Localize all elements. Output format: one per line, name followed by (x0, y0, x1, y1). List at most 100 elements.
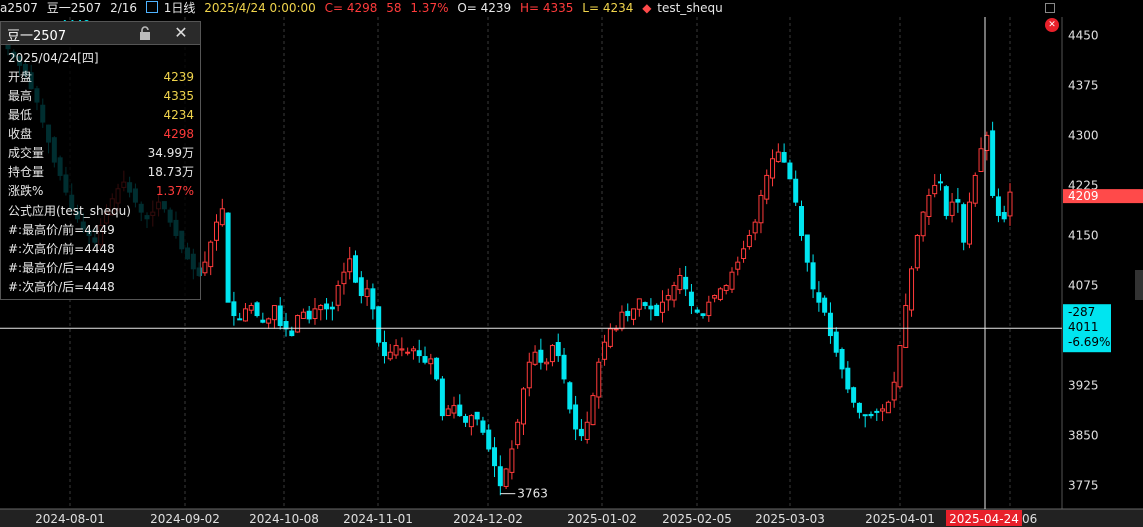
panel-row-label: 最高 (8, 89, 33, 103)
candle-body (607, 328, 613, 347)
candle-body (961, 204, 967, 243)
candle-body (741, 248, 747, 260)
fraction-indicator: 2/16 (110, 1, 138, 15)
candle-body (202, 261, 208, 274)
candle-body (1007, 191, 1013, 217)
open-value: O= 4239 (457, 1, 512, 15)
candle-body (723, 285, 729, 291)
bar-chart-icon[interactable] (145, 1, 158, 13)
candle-body (399, 348, 405, 351)
date-tick-label: 2024-11-01 (343, 512, 413, 526)
candle-body (602, 341, 608, 360)
low-value: L= 4234 (582, 1, 634, 15)
top-status-bar: a2507 豆一2507 2/16 1日线 2025/4/24 0:00:00 … (0, 0, 1143, 17)
panel-row-label: 收盘 (8, 127, 33, 141)
candle-body (271, 305, 277, 321)
candle-body (995, 196, 1001, 216)
candle-body (810, 262, 816, 290)
candle-body (827, 312, 833, 337)
candle-body (492, 447, 498, 467)
candle-body (891, 381, 897, 401)
candle-body (654, 304, 660, 317)
candle-body (590, 395, 596, 426)
candle-body (746, 234, 752, 248)
panel-row-label: 涨跌% (8, 184, 44, 198)
candle-body (503, 468, 509, 487)
candle-body (775, 151, 781, 163)
candle-body (381, 342, 387, 357)
candle-body (700, 313, 706, 317)
candle-body (712, 295, 718, 299)
panel-row: 涨跌% 1.37% (8, 182, 194, 201)
candle-body (422, 356, 428, 363)
candle-body (544, 361, 550, 365)
formula-line: #:次高价/后=4448 (8, 280, 115, 294)
candle-body (636, 298, 642, 310)
formula-line: #:最高价/前=4449 (8, 223, 115, 237)
candle-body (943, 186, 949, 216)
price-tick-label: 3850 (1068, 429, 1099, 443)
candle-body (717, 288, 723, 300)
candle-body (410, 348, 416, 352)
panel-row-label: 开盘 (8, 70, 33, 84)
candle-body (856, 402, 862, 413)
candle-body (457, 404, 463, 417)
candle-body (266, 318, 272, 324)
candle-body (428, 358, 434, 365)
price-tick-label: 4075 (1068, 279, 1099, 293)
chevron-right-icon[interactable] (1135, 270, 1143, 300)
candle-body (978, 148, 984, 172)
candle-body (851, 387, 857, 403)
cursor-box-line: 4011 (1068, 320, 1099, 334)
candle-body (434, 357, 440, 380)
min-price-label: 3763 (517, 487, 548, 501)
candle-body (966, 201, 972, 245)
unlock-icon[interactable] (138, 26, 152, 40)
period-selector[interactable]: 1日线 (164, 1, 196, 15)
candle-body (596, 361, 602, 398)
candle-body (1001, 212, 1007, 220)
candle-body (538, 349, 544, 363)
candle-body (324, 303, 330, 310)
close-icon[interactable]: ✕ (173, 23, 189, 42)
candle-body (509, 448, 515, 473)
cursor-box-line: -287 (1068, 305, 1095, 319)
candle-body (816, 292, 822, 303)
candle-body (387, 351, 393, 360)
candle-body (248, 305, 254, 311)
candle-body (770, 158, 776, 179)
candle-body (752, 221, 758, 234)
date-tick-label: 2025-03-03 (755, 512, 825, 526)
candle-body (416, 350, 422, 357)
date-tick-label: 2024-10-08 (249, 512, 319, 526)
candle-body (584, 421, 590, 440)
panel-row: 持仓量 18.73万 (8, 163, 194, 182)
formula-line: #:次高价/前=4448 (8, 242, 115, 256)
candle-body (578, 428, 584, 437)
candle-body (937, 181, 943, 184)
panel-row-label: 持仓量 (8, 165, 45, 179)
price-tick-label: 3775 (1068, 479, 1099, 493)
date-tick-label: 2024-08-01 (35, 512, 105, 526)
formula-label: 公式应用(test_shequ) (8, 204, 131, 218)
panel-row-value: 4239 (163, 70, 194, 84)
candle-body (515, 421, 521, 446)
candle-body (445, 408, 451, 417)
candle-body (353, 255, 359, 283)
candle-body (868, 413, 874, 417)
candle-body (839, 349, 845, 370)
info-panel-header[interactable]: 豆一2507 ✕ (1, 22, 200, 45)
candle-body (364, 288, 370, 298)
candle-body (659, 301, 665, 313)
candle-body (926, 194, 932, 218)
panel-row-label: 最低 (8, 108, 33, 122)
candle-body (208, 241, 214, 268)
window-square-icon[interactable] (1045, 3, 1055, 13)
candle-body (932, 184, 938, 195)
candle-body (874, 410, 880, 413)
candle-body (758, 194, 764, 224)
candle-body (260, 319, 266, 323)
panel-date: 2025/04/24[四] (8, 51, 99, 65)
candle-body (613, 328, 619, 331)
candle-body (254, 302, 260, 317)
